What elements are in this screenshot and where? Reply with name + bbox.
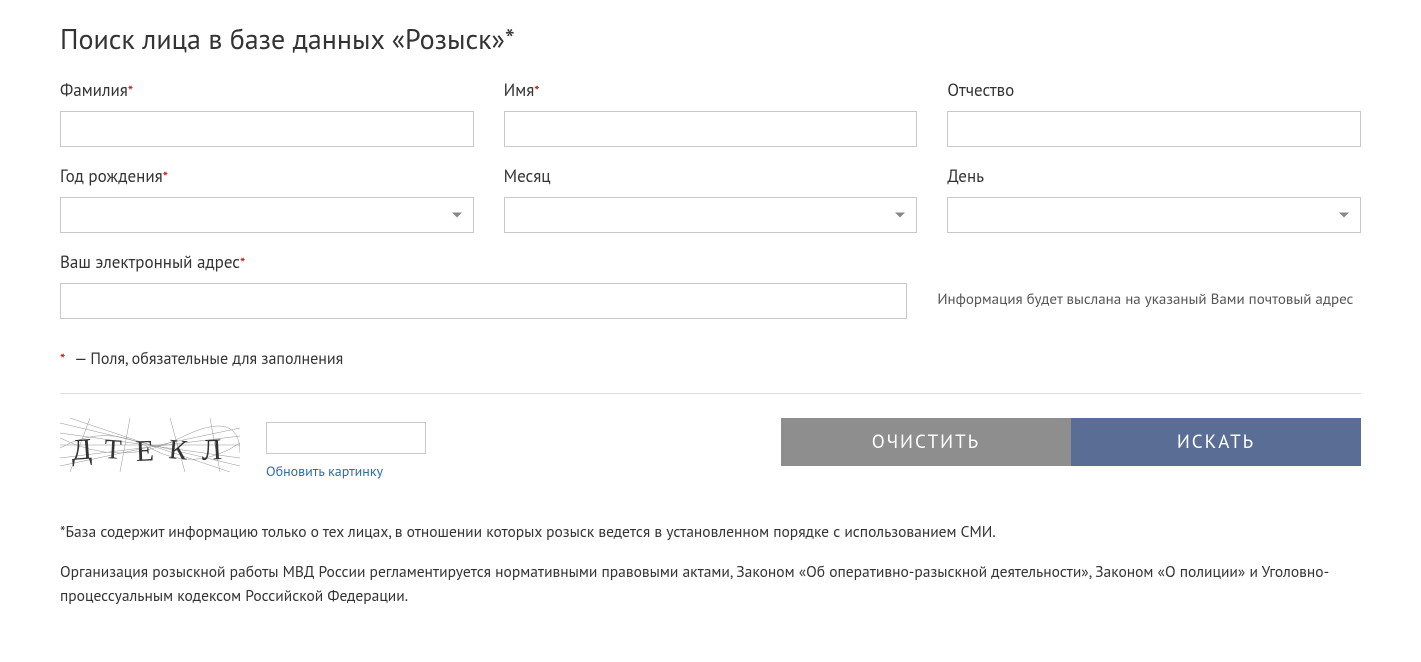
svg-text:Л: Л — [201, 433, 223, 467]
required-asterisk: * — [534, 82, 539, 101]
captcha-image: Д Т Е К Л — [60, 418, 240, 472]
day-field: День — [947, 165, 1361, 233]
email-row: Ваш электронный адрес* Информация будет … — [60, 251, 1361, 319]
day-select[interactable] — [947, 197, 1361, 233]
year-field: Год рождения* — [60, 165, 474, 233]
patronymic-field: Отчество — [947, 79, 1361, 147]
required-asterisk: * — [240, 254, 245, 273]
surname-label-text: Фамилия — [60, 79, 128, 101]
month-select[interactable] — [504, 197, 918, 233]
footnote-2: Организация розыскной работы МВД России … — [60, 560, 1361, 608]
svg-text:Е: Е — [135, 434, 154, 468]
patronymic-label: Отчество — [947, 79, 1361, 101]
name-label: Имя* — [504, 79, 918, 101]
required-asterisk: * — [128, 82, 133, 101]
required-note-text: Поля, обязательные для заполнения — [90, 349, 343, 369]
action-buttons: очистить искать — [781, 418, 1361, 466]
name-input[interactable] — [504, 111, 918, 147]
captcha-input-block: Обновить картинку — [266, 418, 426, 480]
captcha-row: Д Т Е К Л Обновить картинку очистить иск… — [60, 418, 1361, 480]
required-asterisk: * — [163, 168, 168, 187]
footnote-1: *База содержит информацию только о тех л… — [60, 520, 1361, 544]
page-title: Поиск лица в базе данных «Розыск»* — [60, 20, 1361, 57]
name-field: Имя* — [504, 79, 918, 147]
year-select[interactable] — [60, 197, 474, 233]
day-label: День — [947, 165, 1361, 187]
svg-text:Т: Т — [104, 434, 123, 466]
captcha-input[interactable] — [266, 422, 426, 454]
year-label-text: Год рождения — [60, 165, 163, 187]
captcha-image-block: Д Т Е К Л — [60, 418, 240, 472]
patronymic-input[interactable] — [947, 111, 1361, 147]
search-button[interactable]: искать — [1071, 418, 1361, 466]
email-info-note: Информация будет выслана на указаный Вам… — [937, 251, 1361, 312]
month-label: Месяц — [504, 165, 918, 187]
required-note-dash: — — [71, 349, 90, 369]
required-fields-note: * — Поля, обязательные для заполнения — [60, 349, 1361, 369]
required-asterisk: * — [60, 350, 65, 369]
email-label: Ваш электронный адрес* — [60, 251, 907, 273]
month-field: Месяц — [504, 165, 918, 233]
svg-text:Д: Д — [70, 433, 93, 467]
email-input[interactable] — [60, 283, 907, 319]
email-field: Ваш электронный адрес* — [60, 251, 907, 319]
year-label: Год рождения* — [60, 165, 474, 187]
svg-text:К: К — [167, 434, 189, 467]
surname-input[interactable] — [60, 111, 474, 147]
surname-label: Фамилия* — [60, 79, 474, 101]
clear-button[interactable]: очистить — [781, 418, 1071, 466]
email-label-text: Ваш электронный адрес — [60, 251, 240, 273]
divider — [60, 393, 1361, 394]
refresh-captcha-link[interactable]: Обновить картинку — [266, 462, 426, 480]
name-label-text: Имя — [504, 79, 535, 101]
form-grid: Фамилия* Имя* Отчество Год рождения* Мес… — [60, 79, 1361, 233]
surname-field: Фамилия* — [60, 79, 474, 147]
